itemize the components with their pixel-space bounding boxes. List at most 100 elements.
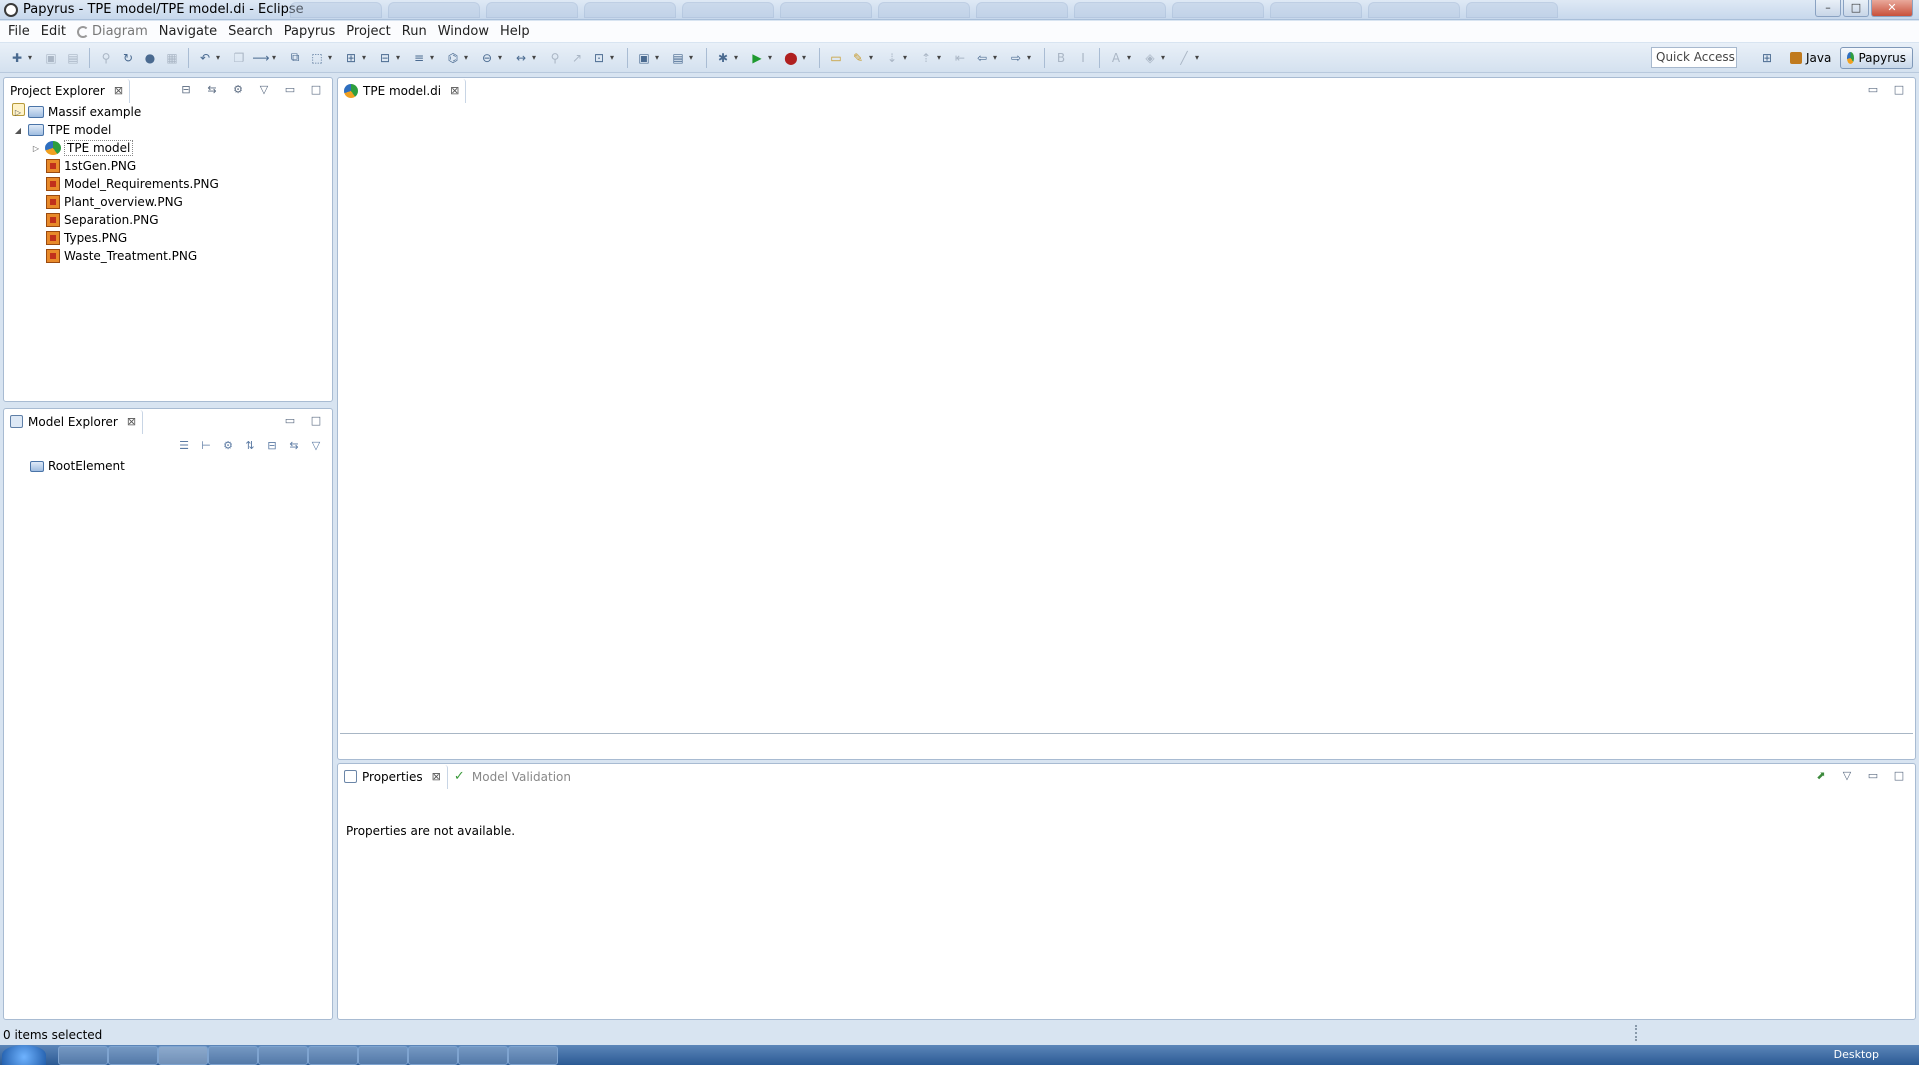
run-icon[interactable]: ▶ bbox=[748, 49, 766, 67]
layout-dropdown-icon[interactable]: ▾ bbox=[396, 53, 404, 62]
quick-access-field[interactable]: Quick Access bbox=[1651, 47, 1737, 68]
papyrus-refresh-icon[interactable]: ↻ bbox=[119, 49, 137, 67]
prev-annotation-dropdown-icon[interactable]: ▾ bbox=[937, 53, 945, 62]
expand-icon[interactable]: ▷ bbox=[12, 108, 24, 117]
maximize-view-icon[interactable]: □ bbox=[308, 413, 324, 427]
menu-file[interactable]: File bbox=[4, 24, 37, 39]
save-icon[interactable]: ▣ bbox=[42, 49, 60, 67]
new-dropdown-icon[interactable]: ▾ bbox=[28, 53, 36, 62]
next-annotation-dropdown-icon[interactable]: ▾ bbox=[903, 53, 911, 62]
editor-tab-tpe-model[interactable]: TPE model.di ⊠ bbox=[338, 78, 467, 103]
view-menu-icon[interactable]: ▽ bbox=[1839, 768, 1855, 782]
minimize-view-icon[interactable]: ▭ bbox=[282, 82, 298, 96]
tree-item-tpe-model-project[interactable]: ◢ TPE model bbox=[12, 121, 328, 139]
collapse-all-icon[interactable]: ⊟ bbox=[178, 82, 194, 96]
fill-color-dropdown-icon[interactable]: ▾ bbox=[1161, 53, 1169, 62]
link-with-editor-icon[interactable]: ⇆ bbox=[204, 82, 220, 96]
line-dropdown-icon[interactable]: ▾ bbox=[272, 53, 280, 62]
collapse-icon[interactable]: ◢ bbox=[12, 126, 24, 135]
prev-annotation-icon[interactable]: ⇡ bbox=[917, 49, 935, 67]
link-icon[interactable]: ⚲ bbox=[97, 49, 115, 67]
taskbar-app-eclipse[interactable] bbox=[158, 1046, 208, 1065]
resize-dropdown-icon[interactable]: ▾ bbox=[532, 53, 540, 62]
tree-item-png[interactable]: Plant_overview.PNG bbox=[12, 193, 328, 211]
menu-window[interactable]: Window bbox=[434, 24, 496, 39]
external-tools-icon[interactable]: ⬤ bbox=[782, 49, 800, 67]
line-icon[interactable]: ⟶ bbox=[252, 49, 270, 67]
minimize-view-icon[interactable]: ▭ bbox=[1865, 82, 1881, 96]
project-explorer-tab[interactable]: Project Explorer ⊠ bbox=[4, 78, 131, 116]
close-tab-icon[interactable]: ⊠ bbox=[450, 84, 459, 97]
maximize-view-icon[interactable]: □ bbox=[1891, 82, 1907, 96]
menu-edit[interactable]: Edit bbox=[37, 24, 73, 39]
maximize-view-icon[interactable]: □ bbox=[1891, 768, 1907, 782]
tools-icon[interactable]: ✎ bbox=[849, 49, 867, 67]
taskbar-app-other[interactable] bbox=[508, 1046, 558, 1065]
back-dropdown-icon[interactable]: ▾ bbox=[993, 53, 1001, 62]
new-icon[interactable]: ✚ bbox=[8, 49, 26, 67]
duplicate-icon[interactable]: ⧉ bbox=[286, 49, 304, 67]
tools-dropdown-icon[interactable]: ▾ bbox=[869, 53, 877, 62]
taskbar-app-acrobat[interactable] bbox=[458, 1046, 508, 1065]
properties-tab[interactable]: Properties ⊠ bbox=[338, 764, 448, 789]
java-perspective-button[interactable]: Java bbox=[1784, 47, 1837, 69]
bold-icon[interactable]: B bbox=[1052, 49, 1070, 67]
link-with-editor-icon[interactable]: ⇆ bbox=[286, 438, 302, 452]
close-window-button[interactable]: ✕ bbox=[1871, 0, 1913, 17]
tree-item-png[interactable]: Separation.PNG bbox=[12, 211, 328, 229]
line-color-dropdown-icon[interactable]: ▾ bbox=[1195, 53, 1203, 62]
menu-diagram[interactable]: Diagram bbox=[73, 24, 155, 39]
tree-item-massif-example[interactable]: ▷ Massif example bbox=[12, 103, 328, 121]
layout-icon[interactable]: ⊟ bbox=[376, 49, 394, 67]
maximize-button[interactable]: □ bbox=[1843, 0, 1869, 17]
filter-icon[interactable]: ⌬ bbox=[444, 49, 462, 67]
copy-icon[interactable]: ❐ bbox=[230, 49, 248, 67]
model-explorer-tab[interactable]: Model Explorer ⊠ bbox=[4, 409, 144, 434]
tree-item-png[interactable]: Types.PNG bbox=[12, 229, 328, 247]
menu-navigate[interactable]: Navigate bbox=[155, 24, 224, 39]
forward-dropdown-icon[interactable]: ▾ bbox=[1027, 53, 1035, 62]
taskbar-app-media[interactable] bbox=[408, 1046, 458, 1065]
arrange-icon[interactable]: ⊞ bbox=[342, 49, 360, 67]
next-annotation-icon[interactable]: ⇣ bbox=[883, 49, 901, 67]
table-icon[interactable]: ▤ bbox=[669, 49, 687, 67]
font-color-dropdown-icon[interactable]: ▾ bbox=[1127, 53, 1135, 62]
menu-run[interactable]: Run bbox=[398, 24, 434, 39]
save-all-icon[interactable]: ▤ bbox=[64, 49, 82, 67]
line-color-icon[interactable]: ╱ bbox=[1175, 49, 1193, 67]
tree-item-png[interactable]: Model_Requirements.PNG bbox=[12, 175, 328, 193]
zoom-icon[interactable]: ⚲ bbox=[546, 49, 564, 67]
open-folder-icon[interactable]: ▭ bbox=[827, 49, 845, 67]
taskbar-app-vlc[interactable] bbox=[358, 1046, 408, 1065]
debug-icon[interactable]: ✱ bbox=[714, 49, 732, 67]
filter-icon[interactable]: ⚙ bbox=[230, 82, 246, 96]
italic-icon[interactable]: I bbox=[1074, 49, 1092, 67]
tree-item-root-element[interactable]: RootElement bbox=[26, 457, 328, 475]
menu-search[interactable]: Search bbox=[224, 24, 280, 39]
tree-view-icon[interactable]: ⊢ bbox=[198, 438, 214, 452]
fit-dropdown-icon[interactable]: ▾ bbox=[610, 53, 618, 62]
back-icon[interactable]: ⇦ bbox=[973, 49, 991, 67]
taskbar-app-word[interactable] bbox=[308, 1046, 358, 1065]
tree-item-tpe-model[interactable]: ▷ TPE model bbox=[12, 139, 328, 157]
taskbar-app-paint[interactable] bbox=[258, 1046, 308, 1065]
run-dropdown-icon[interactable]: ▾ bbox=[768, 53, 776, 62]
undo-dropdown-icon[interactable]: ▾ bbox=[216, 53, 224, 62]
font-color-icon[interactable]: A bbox=[1107, 49, 1125, 67]
close-tab-icon[interactable]: ⊠ bbox=[432, 770, 441, 783]
view-dropdown-icon[interactable]: ▾ bbox=[655, 53, 663, 62]
resize-icon[interactable]: ↔ bbox=[512, 49, 530, 67]
papyrus-perspective-button[interactable]: Papyrus bbox=[1840, 47, 1913, 69]
taskbar-app-ie[interactable] bbox=[108, 1046, 158, 1065]
table-dropdown-icon[interactable]: ▾ bbox=[689, 53, 697, 62]
clipboard-icon[interactable]: ▦ bbox=[163, 49, 181, 67]
list-view-icon[interactable]: ☰ bbox=[176, 438, 192, 452]
arrange-dropdown-icon[interactable]: ▾ bbox=[362, 53, 370, 62]
open-perspective-icon[interactable]: ⊞ bbox=[1758, 49, 1776, 67]
taskbar-app-opera[interactable] bbox=[208, 1046, 258, 1065]
taskbar-app-explorer[interactable] bbox=[58, 1046, 108, 1065]
view-icon[interactable]: ▣ bbox=[635, 49, 653, 67]
view-menu-icon[interactable]: ▽ bbox=[256, 82, 272, 96]
select-dropdown-icon[interactable]: ▾ bbox=[328, 53, 336, 62]
customize-icon[interactable]: ⚙ bbox=[220, 438, 236, 452]
